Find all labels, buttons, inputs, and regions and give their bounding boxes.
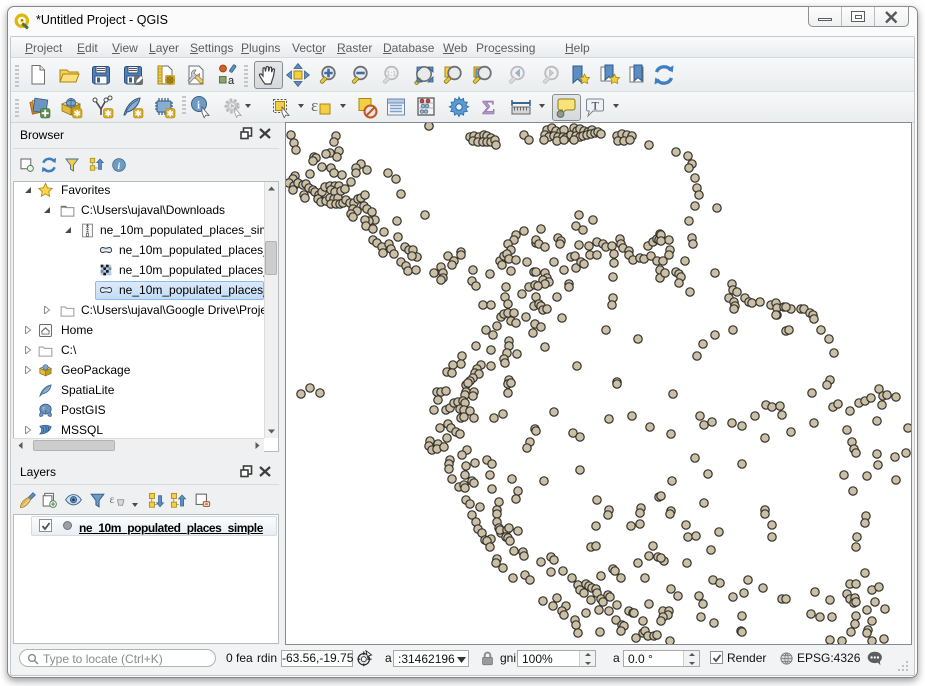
svg-text:ε: ε <box>110 494 115 506</box>
svg-text:i: i <box>197 100 200 112</box>
svg-text:T: T <box>592 99 600 113</box>
svg-text:ε: ε <box>311 96 318 115</box>
svg-text:1:1: 1:1 <box>387 71 397 78</box>
svg-text:a: a <box>228 75 235 87</box>
svg-text:i: i <box>118 161 121 172</box>
svg-text:Σ: Σ <box>482 97 495 119</box>
